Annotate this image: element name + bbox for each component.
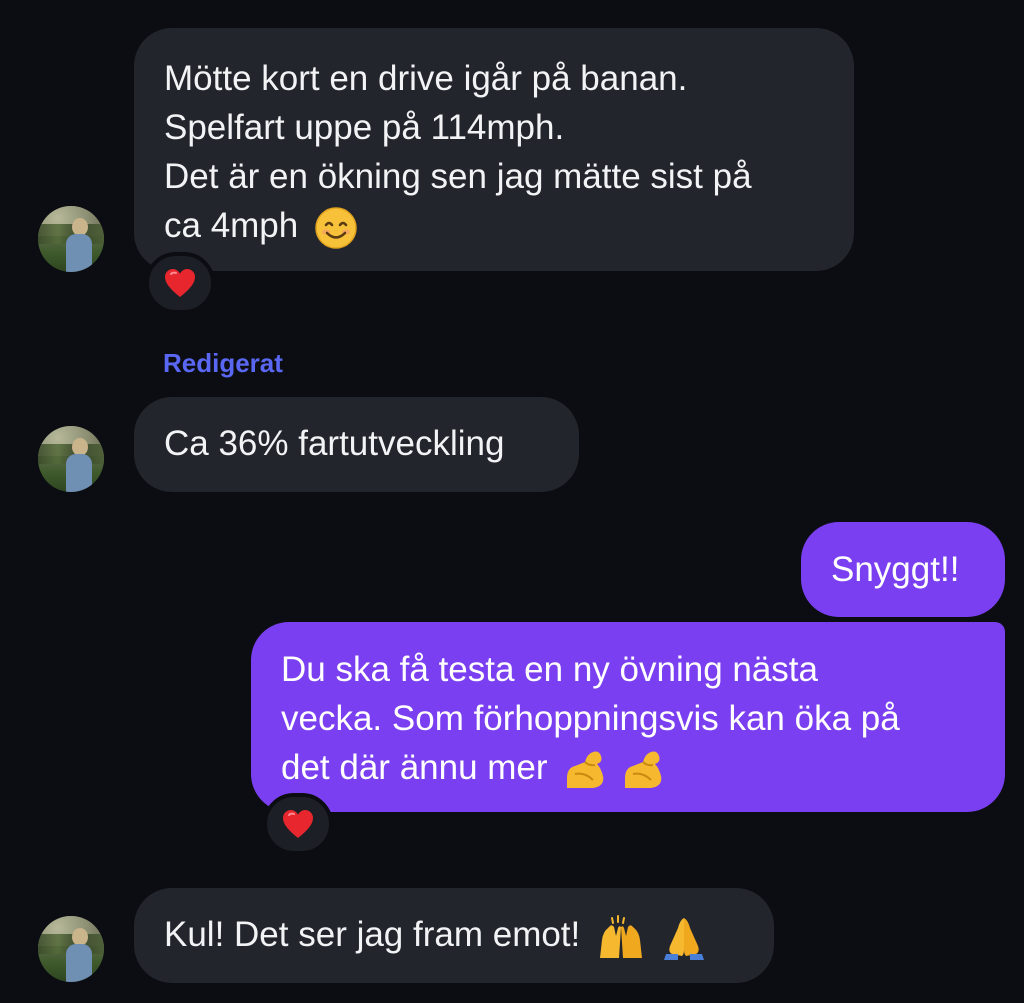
message-bubble-outgoing[interactable]: Snyggt!! — [801, 522, 1005, 617]
red-heart-icon — [283, 810, 313, 838]
sender-avatar[interactable] — [38, 206, 104, 272]
message-bubble-incoming[interactable]: Mötte kort en drive igår på banan. Spelf… — [134, 28, 854, 271]
sender-avatar[interactable] — [38, 426, 104, 492]
message-bubble-incoming[interactable]: Ca 36% fartutveckling — [134, 397, 579, 492]
message-text: vecka. Som förhoppningsvis kan öka på — [281, 699, 900, 738]
raising-hands-icon — [600, 914, 642, 958]
message-bubble-outgoing[interactable]: Du ska få testa en ny övning nästa vecka… — [251, 622, 1005, 812]
message-text: Det är en ökning sen jag mätte sist på — [164, 157, 752, 196]
message-bubble-incoming[interactable]: Kul! Det ser jag fram emot! — [134, 888, 774, 983]
message-text: ca 4mph — [164, 206, 299, 245]
flexed-biceps-icon — [625, 751, 662, 788]
message-text: Kul! Det ser jag fram emot! — [164, 915, 581, 954]
smiling-face-icon — [315, 207, 357, 249]
flexed-biceps-icon — [567, 751, 604, 788]
folded-hands-icon — [663, 917, 704, 960]
sender-avatar[interactable] — [38, 916, 104, 982]
reaction-badge[interactable] — [263, 793, 333, 855]
message-text: Spelfart uppe på 114mph. — [164, 108, 565, 147]
message-text: det där ännu mer — [281, 748, 548, 787]
reaction-badge[interactable] — [145, 252, 215, 314]
message-text: Snyggt!! — [831, 550, 960, 589]
message-text: Ca 36% fartutveckling — [164, 424, 505, 463]
red-heart-icon — [165, 269, 195, 297]
edited-label: Redigerat — [163, 348, 283, 378]
message-text: Mötte kort en drive igår på banan. — [164, 59, 688, 98]
message-text: Du ska få testa en ny övning nästa — [281, 650, 818, 689]
